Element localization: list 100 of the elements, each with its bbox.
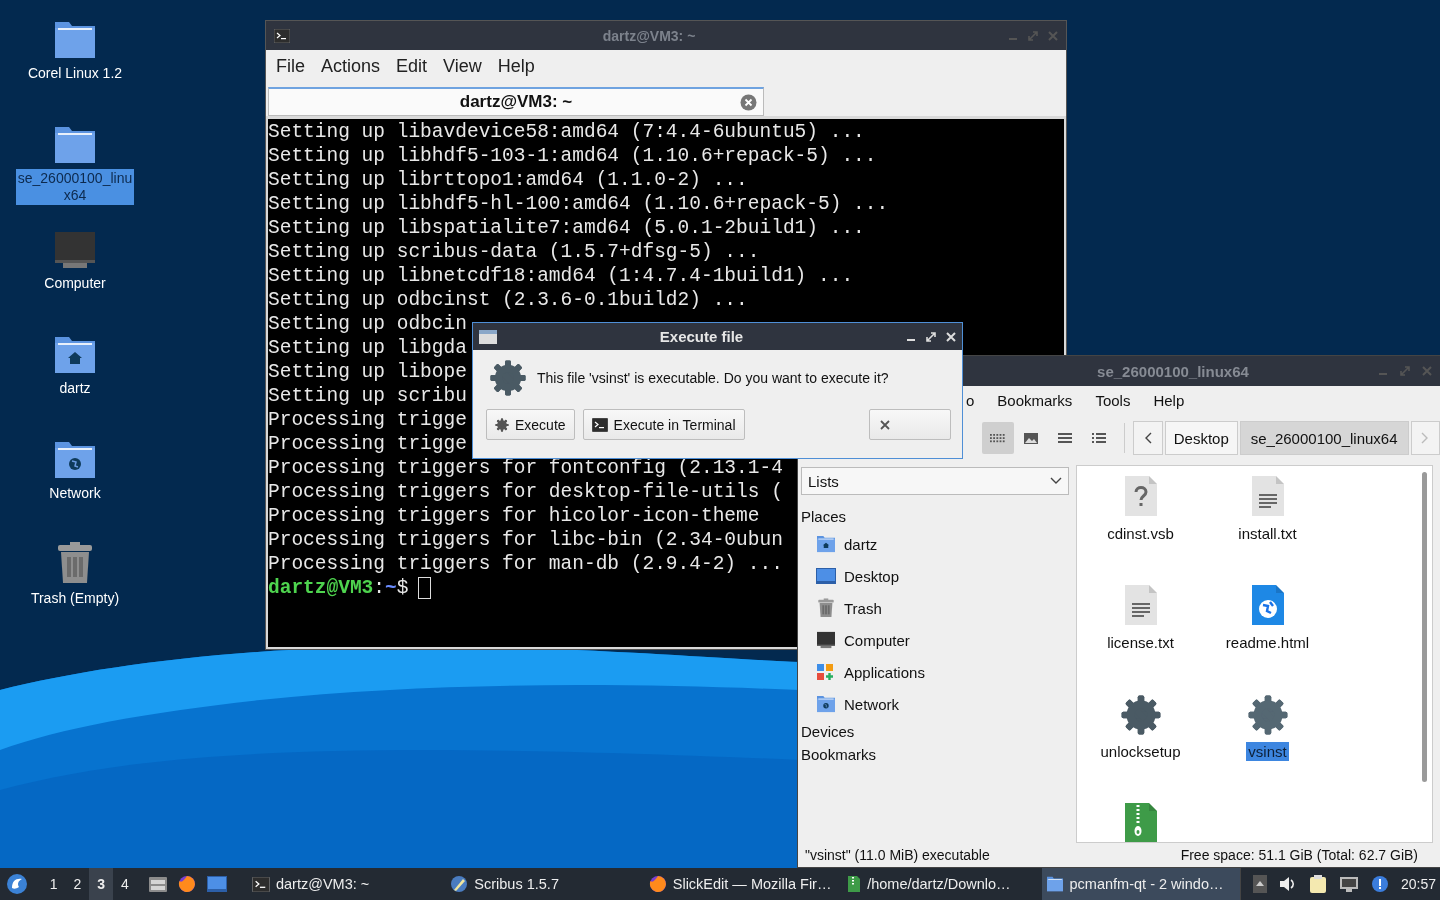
taskbar-task[interactable]: dartz@VM3: ~ [247,868,447,900]
path-button[interactable]: se_26000100_linux64 [1239,421,1409,455]
prompt-symbol: $ [396,576,409,600]
pen-nib-icon [450,875,469,893]
terminal-line: Processing triggers for man-db (2.9.4-2) ... [268,552,783,576]
sidebar-item[interactable]: Computer [801,624,1069,656]
chevron-right-icon [1421,432,1430,444]
icon-view-entry[interactable]: vsinst [1204,690,1331,799]
sidebar-heading[interactable]: Bookmarks [801,743,1069,766]
menu-item[interactable]: Actions [313,55,389,77]
detail-list-icon [1091,432,1106,444]
terminal-icon [274,28,290,43]
path-button[interactable]: Desktop [1164,421,1238,455]
desktop-icon-label[interactable]: Trash (Empty) [16,589,134,608]
menu-item[interactable]: Edit [388,55,436,77]
trash-icon [816,598,836,618]
menu-item[interactable]: o [966,392,975,409]
sidebar-item[interactable]: Desktop [801,560,1069,592]
gears-icon [495,417,509,432]
desktop-icon [816,567,836,585]
clipboard-icon[interactable] [1308,874,1327,894]
execute-in-terminal-button[interactable]: Execute in Terminal [582,409,745,440]
window-icon [479,329,497,344]
sidebar-item[interactable]: Applications [801,656,1069,688]
terminal-line: Setting up scribus-data (1.5.7+dfsg-5) ... [268,240,760,264]
taskbar-task[interactable]: SlickEdit — Mozilla Fir… [644,868,844,900]
chevron-down-icon [1050,477,1062,485]
workspace-button[interactable]: 4 [113,868,137,900]
free-space-text: Free space: 51.1 GiB (Total: 62.7 GiB) [1180,847,1418,863]
terminal-line: Setting up libavdevice58:amd64 (7:4.4-6ubuntu5) ... [268,120,865,144]
terminal-line: Setting up libspatialite7:amd64 (5.0.1-2build1) ... [268,216,865,240]
trash-icon [55,541,95,585]
text-file-icon [1249,474,1286,518]
taskbar-task[interactable]: /home/dartz/Downlo… [843,868,1042,900]
menu-item[interactable]: View [435,55,490,77]
icon-view-entry[interactable]: unlocksetup [1077,690,1204,799]
scrollbar[interactable] [1422,472,1427,782]
sidebar-mode-dropdown[interactable]: Lists [801,467,1069,495]
gear-icon [1119,694,1162,736]
text-cursor [418,577,432,599]
desktop-icon [207,876,228,892]
window-title: dartz@VM3: ~ [601,27,697,44]
desktop-icon-label[interactable]: se_26000100_linux64 [16,169,134,205]
terminal-line: Setting up librttopo1:amd64 (1.1.0-2) ... [268,168,748,192]
gear-icon [1246,694,1289,736]
icon-view-entry[interactable]: cdinst.vsb [1077,472,1204,581]
window-title: se_26000100_linux64 [1097,362,1249,380]
terminal-line: Setting up odbcinst (2.3.6-0.1build2) ... [268,288,748,312]
applications-icon [816,663,836,681]
status-text: "vsinst" (11.0 MiB) executable [805,847,990,863]
menu-item[interactable]: File [268,55,313,77]
menu-item[interactable]: Help [489,55,543,77]
home-folder-icon [816,535,836,553]
sidebar-heading[interactable]: Places [801,505,1069,528]
grid-view-icon [989,432,1006,444]
menu-item[interactable]: Bookmarks [997,392,1073,409]
workspace-button[interactable]: 3 [89,868,114,900]
network-icon[interactable] [1338,876,1359,892]
file-name: readme.html [1224,633,1311,652]
terminal-line: Processing triggers for desktop-file-utils ( [268,480,783,504]
sidebar-item[interactable]: Trash [801,592,1069,624]
file-name: install.txt [1237,524,1298,543]
workspace-button[interactable]: 2 [65,868,90,900]
volume-icon[interactable] [1278,876,1297,892]
taskbar-task[interactable]: Scribus 1.5.7 [446,868,645,900]
sidebar-item[interactable]: Network [801,688,1069,720]
browser-icon [648,875,667,893]
desktop-icon-label[interactable]: Network [16,484,134,503]
menu-item[interactable]: Tools [1095,392,1131,409]
close-tab-icon[interactable] [740,94,757,111]
workspace-button[interactable]: 1 [41,868,66,900]
desktop-icon-label[interactable]: Corel Linux 1.2 [16,64,134,83]
prompt-path: ~ [385,576,397,600]
execute-button[interactable]: Execute [486,409,575,440]
terminal-tab[interactable]: dartz@VM3: ~ [268,87,764,116]
sidebar-item[interactable]: dartz [801,528,1069,560]
terminal-line: Processing triggers for hicolor-icon-theme [268,504,760,528]
terminal-line: Processing triggers for fontconfig (2.13.1-4 [268,456,783,480]
file-name: cdinst.vsb [1106,524,1175,543]
tray-expand-icon[interactable] [1252,875,1267,893]
folder-icon [53,125,97,165]
desktop-icon-label[interactable]: Computer [16,274,134,293]
view-mode-button[interactable] [982,422,1014,454]
list-icon [1057,432,1072,444]
file-cabinet-icon [147,875,168,893]
image-icon [1023,431,1040,445]
terminal-line: Setting up libhdf5-103-1:amd64 (1.10.6+repack-5) ... [268,144,877,168]
file-name: unlocksetup [1099,742,1182,761]
menu-item[interactable]: Help [1153,392,1185,409]
terminal-icon [251,876,270,892]
taskbar-task[interactable]: pcmanfm-qt - 2 windo… [1041,868,1240,900]
icon-view-entry[interactable]: readme.html [1204,581,1331,690]
terminal-line: Processing triggers for libc-bin (2.34-0ubun [268,528,783,552]
desktop-icon-label[interactable]: dartz [16,379,134,398]
clock[interactable]: 20:57 [1400,876,1440,892]
terminal-icon [591,417,608,432]
icon-view-entry[interactable]: license.txt [1077,581,1204,690]
icon-view-entry[interactable]: install.txt [1204,472,1331,581]
sidebar-heading[interactable]: Devices [801,720,1069,743]
notification-icon[interactable] [1370,875,1389,893]
